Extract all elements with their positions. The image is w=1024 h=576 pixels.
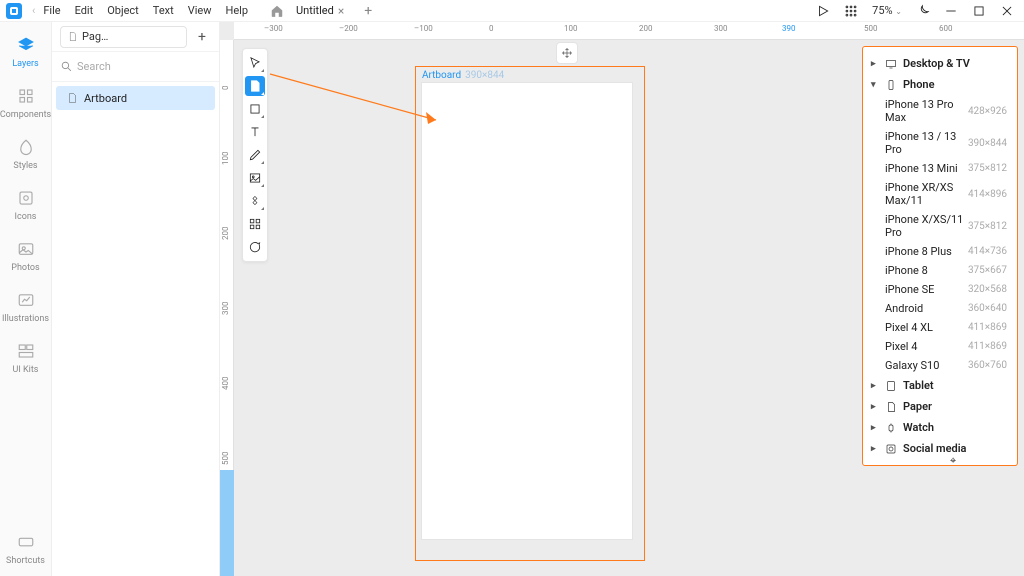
comment-tool[interactable] (245, 237, 265, 257)
component-tool[interactable] (245, 191, 265, 211)
preset-iphone13promax[interactable]: iPhone 13 Pro Max428×926 (863, 95, 1017, 127)
grid-icon[interactable] (844, 4, 858, 18)
minimize-icon[interactable] (944, 4, 958, 18)
tool-palette (242, 48, 268, 262)
artboard-label[interactable]: Artboard390×844 (422, 70, 504, 81)
menu-object[interactable]: Object (107, 4, 139, 17)
cursor-indicator: ⌖ (950, 454, 956, 468)
play-icon[interactable] (816, 4, 830, 18)
preset-iphone13[interactable]: iPhone 13 / 13 Pro390×844 (863, 127, 1017, 159)
menu-edit[interactable]: Edit (75, 4, 94, 17)
preset-android[interactable]: Android360×640 (863, 299, 1017, 318)
add-page-button[interactable]: + (193, 29, 211, 45)
rail-styles[interactable]: Styles (0, 130, 52, 181)
moon-icon[interactable] (916, 4, 930, 18)
preset-iphone13mini[interactable]: iPhone 13 Mini375×812 (863, 159, 1017, 178)
photos-icon (17, 240, 35, 258)
chevron-left-icon[interactable]: ‹ (32, 4, 35, 17)
new-tab-button[interactable]: + (364, 3, 372, 19)
preset-galaxys10[interactable]: Galaxy S10360×760 (863, 356, 1017, 375)
rail-components[interactable]: Components (0, 79, 52, 130)
pen-tool[interactable] (245, 145, 265, 165)
layout-tool[interactable] (245, 214, 265, 234)
preset-iphonex[interactable]: iPhone X/XS/11 Pro375×812 (863, 210, 1017, 242)
page-selector[interactable]: Pag… (60, 26, 187, 48)
preset-category-social[interactable]: ▸Social media (863, 438, 1017, 459)
rail-illustrations[interactable]: Illustrations (0, 283, 52, 334)
rectangle-tool[interactable] (245, 99, 265, 119)
side-rail: Layers Components Styles Icons Photos Il… (0, 22, 52, 576)
uikits-icon (17, 342, 35, 360)
preset-pixel4[interactable]: Pixel 4411×869 (863, 337, 1017, 356)
illustrations-icon (17, 291, 35, 309)
components-icon (17, 87, 35, 105)
canvas[interactable]: –300 –200 –100 0 100 200 300 390 500 600… (220, 22, 1024, 576)
keyboard-icon (17, 533, 35, 551)
preset-iphonese[interactable]: iPhone SE320×568 (863, 280, 1017, 299)
zoom-level[interactable]: 75% ⌄ (872, 4, 902, 17)
menu-help[interactable]: Help (226, 4, 249, 17)
home-icon[interactable] (270, 4, 284, 18)
preset-pixel4xl[interactable]: Pixel 4 XL411×869 (863, 318, 1017, 337)
select-tool[interactable] (245, 53, 265, 73)
artboard-icon (66, 92, 78, 104)
ruler-horizontal: –300 –200 –100 0 100 200 300 390 500 600 (234, 22, 1024, 40)
image-tool[interactable] (245, 168, 265, 188)
preset-iphonexr[interactable]: iPhone XR/XS Max/11414×896 (863, 178, 1017, 210)
rail-photos[interactable]: Photos (0, 232, 52, 283)
preset-iphone8plus[interactable]: iPhone 8 Plus414×736 (863, 242, 1017, 261)
search-icon (60, 60, 73, 73)
artboard-presets-panel: ▸Desktop & TV ▾Phone iPhone 13 Pro Max42… (862, 46, 1018, 466)
ruler-vertical: 0 100 200 300 400 500 600 700 (220, 40, 234, 576)
artboard-surface[interactable] (422, 83, 632, 539)
top-menu-bar: ‹ File Edit Object Text View Help Untitl… (0, 0, 1024, 22)
document-tab[interactable]: Untitled × (296, 4, 344, 18)
preset-iphone8[interactable]: iPhone 8375×667 (863, 261, 1017, 280)
preset-category-watch[interactable]: ▸Watch (863, 417, 1017, 438)
layer-artboard[interactable]: Artboard (56, 86, 215, 110)
menu-view[interactable]: View (188, 4, 212, 17)
rail-uikits[interactable]: UI Kits (0, 334, 52, 385)
artboard-tool[interactable] (245, 76, 265, 96)
icons-icon (17, 189, 35, 207)
search-input[interactable] (77, 60, 217, 73)
rail-layers[interactable]: Layers (0, 28, 52, 79)
layers-icon (17, 36, 35, 54)
rail-shortcuts[interactable]: Shortcuts (0, 525, 52, 576)
maximize-icon[interactable] (972, 4, 986, 18)
window-close-icon[interactable] (1000, 4, 1014, 18)
preset-category-phone[interactable]: ▾Phone (863, 74, 1017, 95)
menu-text[interactable]: Text (153, 4, 174, 17)
layers-panel: Pag… + Artboard (52, 22, 220, 576)
menu-file[interactable]: File (43, 4, 60, 17)
tab-title: Untitled (296, 4, 334, 17)
main-menu: File Edit Object Text View Help (43, 4, 248, 17)
app-logo[interactable] (6, 3, 22, 19)
styles-icon (17, 138, 35, 156)
close-icon[interactable]: × (338, 4, 344, 18)
text-tool[interactable] (245, 122, 265, 142)
preset-category-paper[interactable]: ▸Paper (863, 396, 1017, 417)
preset-category-tablet[interactable]: ▸Tablet (863, 375, 1017, 396)
preset-category-desktop[interactable]: ▸Desktop & TV (863, 53, 1017, 74)
move-handle[interactable] (556, 42, 578, 64)
rail-icons[interactable]: Icons (0, 181, 52, 232)
